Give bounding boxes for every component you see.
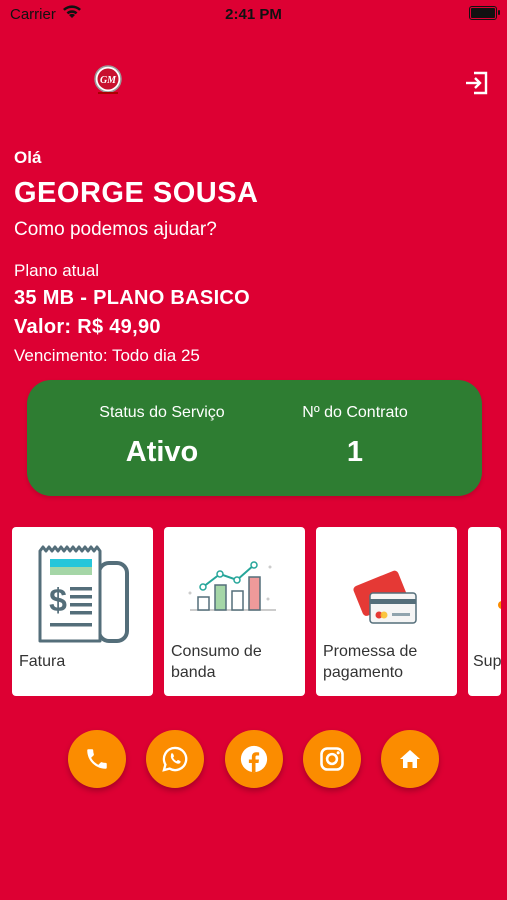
company-logo: GM	[94, 65, 122, 94]
tile-fatura[interactable]: $ Fatura	[12, 527, 153, 696]
logout-icon[interactable]	[464, 70, 490, 96]
tile-label: Fatura	[19, 653, 66, 670]
clock: 2:41 PM	[225, 6, 282, 23]
svg-text:$: $	[49, 582, 67, 618]
tile-label: Promessa de pagamento	[323, 643, 418, 681]
plan-name: 35 MB - PLANO BASICO	[14, 287, 251, 309]
contract-number: Nº do Contrato 1	[255, 380, 455, 469]
contract-number-value: 1	[346, 436, 364, 468]
whatsapp-icon	[162, 746, 188, 772]
facebook-icon	[240, 745, 268, 773]
service-status-value: Ativo	[125, 436, 199, 468]
plan-value: Valor: R$ 49,90	[14, 316, 161, 338]
battery-icon	[469, 6, 500, 20]
service-status-label: Status do Serviço	[99, 404, 225, 421]
instagram-button[interactable]	[303, 730, 361, 788]
logo-text: GM	[100, 75, 117, 86]
status-bar: Carrier 2:41 PM	[0, 0, 507, 28]
user-name: GEORGE SOUSA	[14, 177, 259, 209]
home-icon	[400, 750, 420, 768]
support-icon	[498, 601, 501, 609]
contract-number-label: Nº do Contrato	[302, 404, 408, 421]
tile-suporte[interactable]: Sup	[468, 527, 501, 696]
tile-promessa-de-pagamento[interactable]: Promessa de pagamento	[316, 527, 457, 696]
tile-label: Consumo de banda	[171, 643, 262, 681]
credit-card-icon	[353, 570, 417, 624]
plan-label: Plano atual	[14, 261, 100, 280]
invoice-icon: $	[38, 545, 129, 643]
tile-consumo-de-banda[interactable]: Consumo de banda	[164, 527, 305, 696]
tile-label: Sup	[473, 653, 501, 670]
home-button[interactable]	[381, 730, 439, 788]
facebook-button[interactable]	[225, 730, 283, 788]
plan-due-date: Vencimento: Todo dia 25	[14, 346, 200, 365]
phone-icon	[87, 749, 107, 769]
service-status-card: Status do Serviço Ativo Nº do Contrato 1	[27, 380, 482, 496]
help-question: Como podemos ajudar?	[14, 219, 217, 240]
service-status: Status do Serviço Ativo	[62, 380, 262, 469]
instagram-icon	[320, 747, 344, 771]
bandwidth-chart-icon	[188, 561, 276, 611]
phone-button[interactable]	[68, 730, 126, 788]
whatsapp-button[interactable]	[146, 730, 204, 788]
greeting-hello: Olá	[14, 148, 42, 167]
